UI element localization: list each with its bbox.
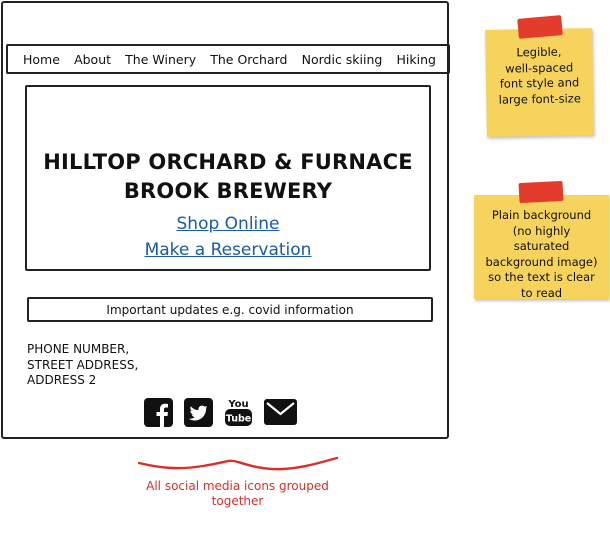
phone-number: PHONE NUMBER, — [27, 342, 130, 356]
main-navigation: Home About The Winery The Orchard Nordic… — [6, 44, 450, 74]
wireframe-canvas: Home About The Winery The Orchard Nordic… — [0, 0, 610, 540]
shop-online-link[interactable]: Shop Online — [27, 211, 429, 237]
sticky-note-background-text: Plain background (no highly saturated ba… — [485, 208, 598, 300]
site-title: HILLTOP ORCHARD & FURNACE BROOK BREWERY — [27, 148, 429, 206]
site-title-line-2: BROOK BREWERY — [123, 179, 333, 203]
sticky-note-background: Plain background (no highly saturated ba… — [474, 180, 609, 300]
site-title-line-1: HILLTOP ORCHARD & FURNACE — [43, 150, 413, 174]
sticky-note-font: Legible, well-spaced font style and larg… — [485, 15, 594, 137]
nav-hiking[interactable]: Hiking — [397, 52, 436, 67]
nav-the-orchard[interactable]: The Orchard — [210, 52, 287, 67]
updates-text: Important updates e.g. covid information — [106, 302, 354, 317]
sticky-note-font-text: Legible, well-spaced font style and larg… — [498, 44, 581, 107]
nav-nordic-skiing[interactable]: Nordic skiing — [302, 52, 383, 67]
youtube-tube-text: Tube — [226, 414, 251, 425]
nav-about[interactable]: About — [74, 52, 111, 67]
annotation-squiggle — [138, 456, 339, 471]
social-icons-annotation: All social media icons grouped together — [146, 479, 329, 508]
youtube-icon[interactable]: You Tube — [224, 397, 253, 427]
hero-box: HILLTOP ORCHARD & FURNACE BROOK BREWERY … — [25, 85, 431, 271]
tape-strip — [517, 15, 563, 39]
street-address: STREET ADDRESS, — [27, 357, 139, 372]
facebook-icon[interactable] — [144, 397, 173, 427]
twitter-icon[interactable] — [184, 397, 213, 427]
social-icons-group: You Tube — [144, 397, 308, 427]
address-line-2: ADDRESS 2 — [27, 373, 97, 387]
tape-strip — [518, 180, 564, 204]
important-updates-banner: Important updates e.g. covid information — [27, 297, 433, 322]
contact-address: PHONE NUMBER, STREET ADDRESS, ADDRESS 2 — [27, 342, 138, 389]
nav-the-winery[interactable]: The Winery — [125, 52, 196, 67]
email-icon[interactable] — [264, 399, 297, 425]
nav-home[interactable]: Home — [23, 52, 60, 67]
youtube-you-text: You — [227, 399, 248, 410]
make-reservation-link[interactable]: Make a Reservation — [27, 237, 429, 263]
